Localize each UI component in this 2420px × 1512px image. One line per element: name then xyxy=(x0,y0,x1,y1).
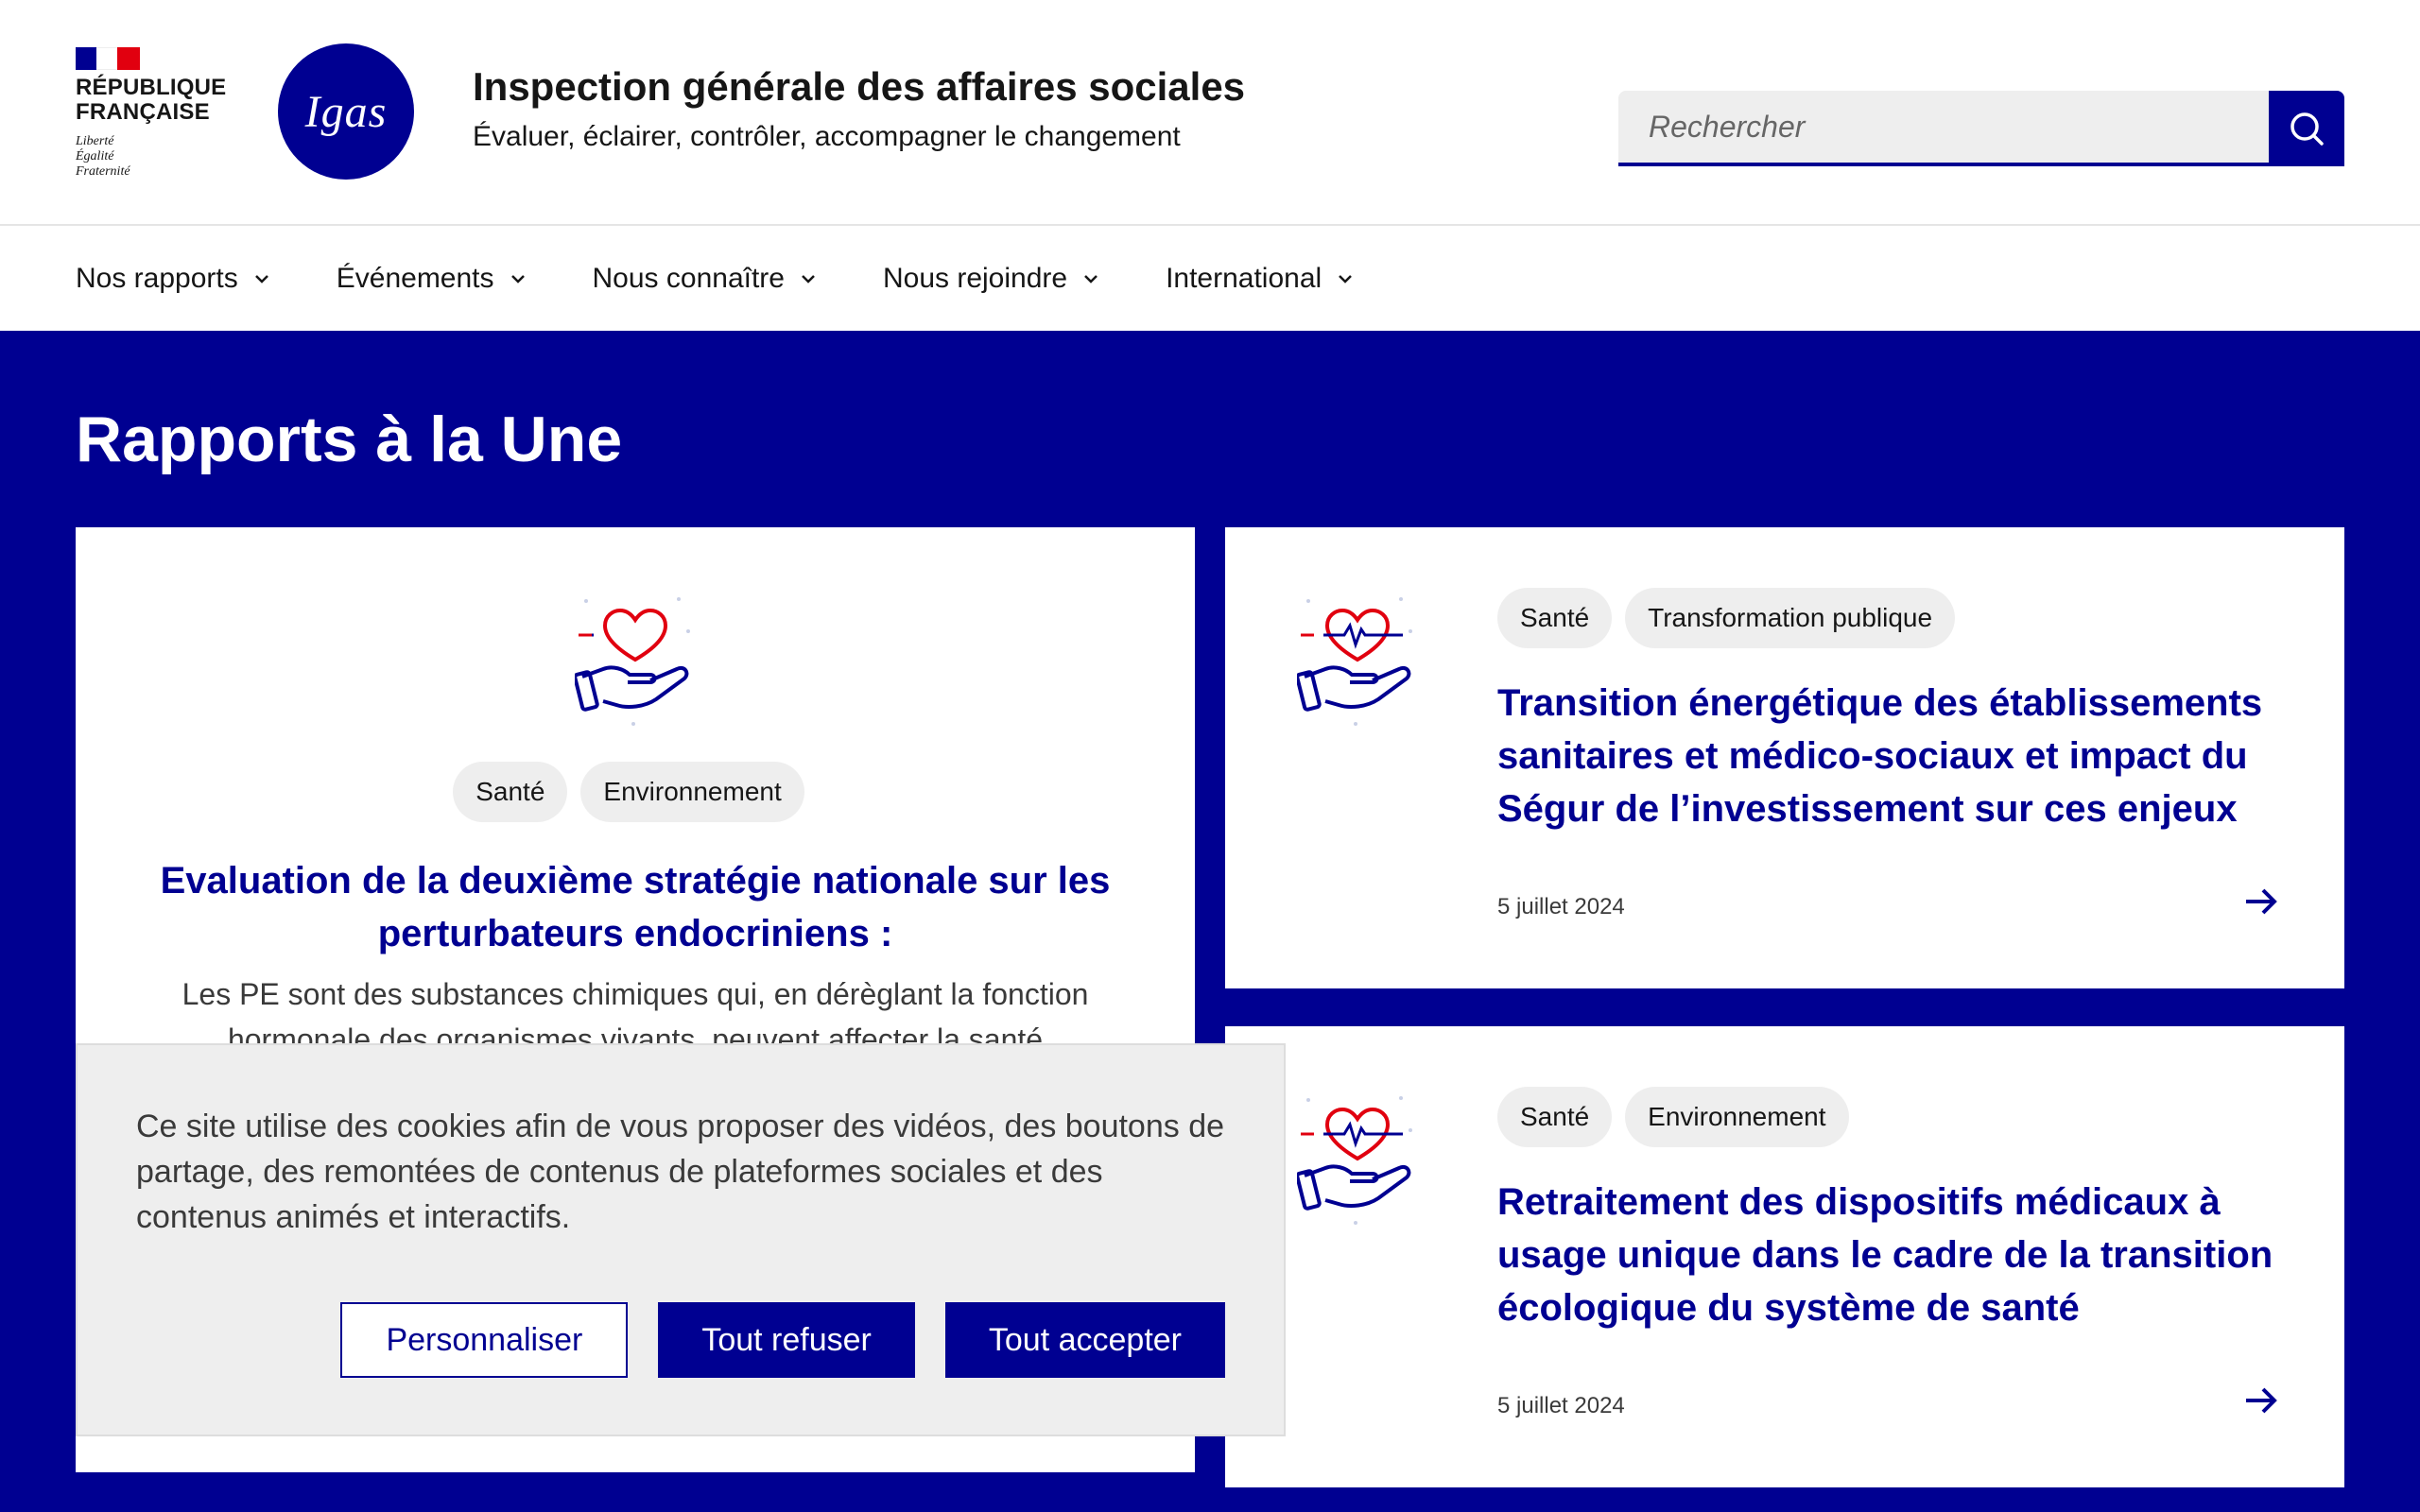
tag[interactable]: Santé xyxy=(1497,1087,1613,1147)
tag[interactable]: Santé xyxy=(453,762,568,822)
tag-list: Santé Transformation publique xyxy=(1497,588,1968,648)
tag-list: Santé Environnement xyxy=(1497,1087,1862,1147)
nav-item-label: International xyxy=(1166,262,1322,294)
chevron-down-icon xyxy=(510,273,527,284)
chevron-down-icon xyxy=(800,273,817,284)
republique-francaise-logo[interactable]: République Française Liberté Égalité Fra… xyxy=(76,47,227,180)
cookie-actions: Personnaliser Tout refuser Tout accepter xyxy=(310,1302,1225,1378)
tag-list: Santé Environnement xyxy=(76,762,1195,822)
section-title: Rapports à la Une xyxy=(76,404,623,475)
arrow-right-icon[interactable] xyxy=(2242,1382,2280,1424)
nav-item-label: Nous connaître xyxy=(592,262,785,294)
health-heart-hand-icon xyxy=(573,593,696,734)
chevron-down-icon xyxy=(1337,273,1354,284)
igas-logo-text: Igas xyxy=(304,86,388,137)
nav-item-evenements[interactable]: Événements xyxy=(337,263,527,295)
health-heart-hand-icon xyxy=(1295,1092,1418,1233)
devise-liberte: Liberté xyxy=(76,134,114,148)
featured-report-title[interactable]: Evaluation de la deuxième stratégie nati… xyxy=(142,854,1129,960)
chevron-down-icon xyxy=(253,273,270,284)
report-date: 5 juillet 2024 xyxy=(1497,1393,1625,1418)
republique-line-2: Française xyxy=(76,99,210,125)
nav-item-nous-rejoindre[interactable]: Nous rejoindre xyxy=(883,263,1099,295)
devise: Liberté Égalité Fraternité xyxy=(76,134,227,180)
nav-item-label: Nous rejoindre xyxy=(882,262,1068,294)
republique-line-1: République xyxy=(76,75,227,100)
tag[interactable]: Santé xyxy=(1497,588,1613,648)
nav-item-nos-rapports[interactable]: Nos rapports xyxy=(76,263,270,295)
search-button[interactable] xyxy=(2269,91,2344,166)
personalize-button[interactable]: Personnaliser xyxy=(340,1302,629,1378)
marianne-flag-icon xyxy=(76,47,140,70)
tag[interactable]: Environnement xyxy=(1625,1087,1849,1147)
site-title[interactable]: Inspection générale des affaires sociale… xyxy=(473,64,1245,110)
site-tagline: Évaluer, éclairer, contrôler, accompagne… xyxy=(473,121,1181,152)
chevron-down-icon xyxy=(1082,273,1099,284)
arrow-right-icon[interactable] xyxy=(2242,883,2280,925)
cookie-banner-text: Ce site utilise des cookies afin de vous… xyxy=(136,1108,1225,1235)
devise-egalite: Égalité xyxy=(76,149,114,163)
nav-item-label: Événements xyxy=(336,262,494,294)
site-header: République Française Liberté Égalité Fra… xyxy=(0,0,2420,226)
tag[interactable]: Transformation publique xyxy=(1625,588,1956,648)
nav-item-label: Nos rapports xyxy=(76,262,238,294)
igas-logo[interactable]: Igas xyxy=(278,43,414,180)
health-heart-hand-icon xyxy=(1295,593,1418,734)
nav-item-international[interactable]: International xyxy=(1166,263,1354,295)
report-title[interactable]: Retraitement des dispositifs médicaux à … xyxy=(1497,1176,2299,1334)
report-date: 5 juillet 2024 xyxy=(1497,894,1625,919)
cookie-banner: Ce site utilise des cookies afin de vous… xyxy=(76,1043,1286,1436)
search-bar xyxy=(1618,91,2344,166)
tag[interactable]: Environnement xyxy=(580,762,804,822)
refuse-all-button[interactable]: Tout refuser xyxy=(658,1302,915,1378)
report-title[interactable]: Transition énergétique des établissement… xyxy=(1497,677,2299,835)
main-nav: Nos rapports Événements Nous connaître N… xyxy=(0,226,2420,331)
search-input[interactable] xyxy=(1618,91,2269,166)
devise-fraternite: Fraternité xyxy=(76,164,130,179)
nav-item-nous-connaitre[interactable]: Nous connaître xyxy=(593,263,817,295)
report-card[interactable]: Santé Environnement Retraitement des disp… xyxy=(1225,1026,2344,1487)
accept-all-button[interactable]: Tout accepter xyxy=(944,1302,1225,1378)
search-icon xyxy=(2290,112,2324,146)
report-card[interactable]: Santé Transformation publique Transition … xyxy=(1225,527,2344,988)
